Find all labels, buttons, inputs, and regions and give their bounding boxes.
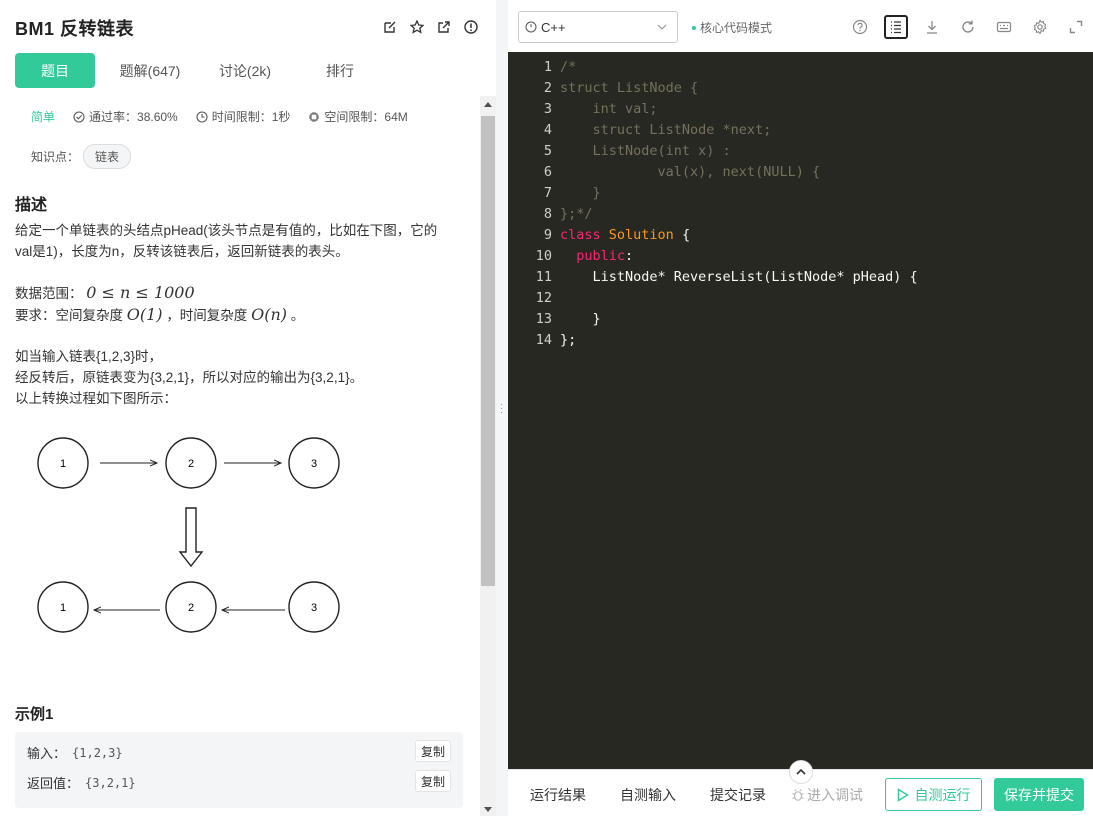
code-line: 3 int val;: [543, 100, 658, 117]
code-line: 6 val(x), next(NULL) {: [543, 163, 821, 180]
problem-panel: BM1 反转链表 题目 题解(647) 讨论(2k) 排行 简单 通过率：38.…: [0, 0, 496, 816]
example-explanation: 如当输入链表{1,2,3}时， 经反转后，原链表变为{3,2,1}，所以对应的输…: [15, 349, 364, 406]
example-output: 返回值： {3,2,1}: [27, 775, 136, 792]
code-line: 9 class Solution {: [543, 226, 691, 243]
self-run-button[interactable]: 自测运行: [885, 778, 982, 811]
example-input: 输入： {1,2,3}: [27, 745, 123, 762]
code-line: 12: [535, 289, 552, 306]
scrollbar-thumb[interactable]: [481, 116, 495, 586]
self-input-tab[interactable]: 自测输入: [620, 785, 676, 805]
tag-linked-list[interactable]: 链表: [83, 144, 132, 169]
reset-icon[interactable]: [956, 15, 980, 39]
code-line: 10 public:: [535, 247, 634, 264]
svg-text:1: 1: [60, 458, 66, 470]
tab-problem[interactable]: 题目: [15, 53, 95, 88]
language-value: C++: [541, 19, 566, 35]
code-line: 1/*: [543, 58, 577, 75]
save-submit-button[interactable]: 保存并提交: [994, 778, 1084, 811]
code-line: 4 struct ListNode *next;: [543, 121, 772, 138]
code-line: 8};*/: [543, 205, 593, 222]
problem-tabs: 题目 题解(647) 讨论(2k) 排行: [15, 53, 485, 88]
keyboard-icon[interactable]: [992, 15, 1016, 39]
submit-record-tab[interactable]: 提交记录: [710, 785, 766, 805]
description-heading: 描述: [15, 197, 48, 214]
language-select[interactable]: C++: [518, 11, 678, 43]
code-editor[interactable]: 1/* 2 struct ListNode { 3 int val; 4 stru…: [508, 52, 1093, 769]
problem-title: BM1 反转链表: [15, 19, 135, 39]
chevron-up-icon: [796, 768, 806, 775]
code-mode: 核心代码模式: [692, 19, 772, 36]
problem-meta: 简单 通过率：38.60% 时间限制：1秒 空间限制：64M: [31, 108, 426, 125]
play-icon: [897, 787, 909, 802]
code-line: 7 }: [543, 184, 601, 201]
svg-text:3: 3: [311, 602, 317, 614]
debug-label: 进入调试: [807, 787, 863, 803]
report-icon[interactable]: [464, 20, 478, 34]
clock-icon: [525, 21, 537, 33]
tab-ranking[interactable]: 排行: [300, 53, 380, 88]
fullscreen-icon[interactable]: [1064, 15, 1088, 39]
svg-text:1: 1: [60, 602, 66, 614]
transform-arrow: [178, 507, 204, 568]
star-icon[interactable]: [410, 20, 424, 34]
code-line: 13 }: [535, 310, 601, 327]
debug-tab[interactable]: 进入调试: [791, 785, 863, 805]
complexity-requirement: 要求：空间复杂度 O(1) ，时间复杂度 O(n) 。: [15, 305, 305, 324]
data-range: 数据范围： 0 ≤ n ≤ 1000: [15, 283, 195, 302]
check-circle-icon: [73, 110, 85, 123]
settings-gear-icon[interactable]: [1028, 15, 1052, 39]
knowledge-label: 知识点：: [31, 150, 80, 164]
drag-handle-icon[interactable]: · · ·: [500, 400, 503, 418]
editor-footer: 运行结果 自测输入 提交记录 进入调试 自测运行 保存并提交: [508, 760, 1093, 816]
scroll-down-icon[interactable]: [484, 807, 492, 812]
tab-solutions[interactable]: 题解(647): [110, 53, 190, 88]
chip-icon: [309, 111, 320, 122]
code-mode-label: 核心代码模式: [700, 21, 773, 35]
chevron-down-icon: [657, 24, 667, 30]
self-run-label: 自测运行: [914, 786, 971, 803]
mode-dot-icon: [692, 25, 696, 30]
outline-list-icon[interactable]: [884, 15, 908, 39]
description-text: 给定一个单链表的头结点pHead(该头节点是有值的，比如在下图，它的 val是1…: [15, 223, 438, 259]
problem-header: BM1 反转链表: [0, 0, 496, 56]
copy-output-button[interactable]: 复制: [415, 770, 451, 792]
help-icon[interactable]: [848, 15, 872, 39]
svg-text:2: 2: [188, 602, 194, 614]
time-limit: 时间限制：1秒: [211, 110, 291, 124]
example-box: 输入： {1,2,3} 复制 返回值： {3,2,1} 复制: [15, 732, 463, 808]
svg-text:2: 2: [188, 458, 194, 470]
constraints: 数据范围： 0 ≤ n ≤ 1000 要求：空间复杂度 O(1) ，时间复杂度 …: [15, 282, 465, 326]
code-line: 5 ListNode(int x) :: [543, 142, 731, 159]
example-heading: 示例1: [15, 706, 54, 723]
download-icon[interactable]: [920, 15, 944, 39]
editor-panel: C++ 核心代码模式 1 /* 2 struct ListNode {3 in…: [508, 0, 1093, 816]
share-icon[interactable]: [437, 20, 451, 34]
space-limit: 空间限制：64M: [324, 110, 408, 124]
code-line: 14};: [535, 331, 577, 348]
clock-icon: [196, 110, 208, 123]
editor-toolbar: C++ 核心代码模式: [508, 0, 1093, 52]
tab-discussion[interactable]: 讨论(2k): [205, 53, 285, 88]
run-result-tab[interactable]: 运行结果: [530, 785, 586, 805]
title-actions: [383, 20, 478, 34]
content-scrollbar[interactable]: [480, 96, 496, 816]
difficulty-badge: 简单: [31, 110, 56, 124]
code-line: 2 struct ListNode {: [543, 79, 699, 96]
svg-text:3: 3: [311, 458, 317, 470]
expand-console-button[interactable]: [789, 760, 813, 784]
scroll-up-icon[interactable]: [484, 102, 492, 107]
linked-list-diagram: 1 2 3 1 2 3: [37, 437, 340, 633]
panel-resizer[interactable]: · · ·: [496, 0, 508, 816]
editor-tools: [848, 15, 1093, 39]
bug-icon: [792, 789, 804, 801]
pass-rate: 通过率：38.60%: [89, 110, 178, 124]
copy-input-button[interactable]: 复制: [415, 740, 451, 762]
knowledge-points: 知识点： 链表: [31, 144, 132, 169]
edit-icon[interactable]: [383, 20, 397, 34]
code-line: 11 ListNode* ReverseList(ListNode* pHead…: [535, 268, 918, 285]
problem-content[interactable]: 简单 通过率：38.60% 时间限制：1秒 空间限制：64M 知识点： 链表 描…: [0, 96, 480, 816]
